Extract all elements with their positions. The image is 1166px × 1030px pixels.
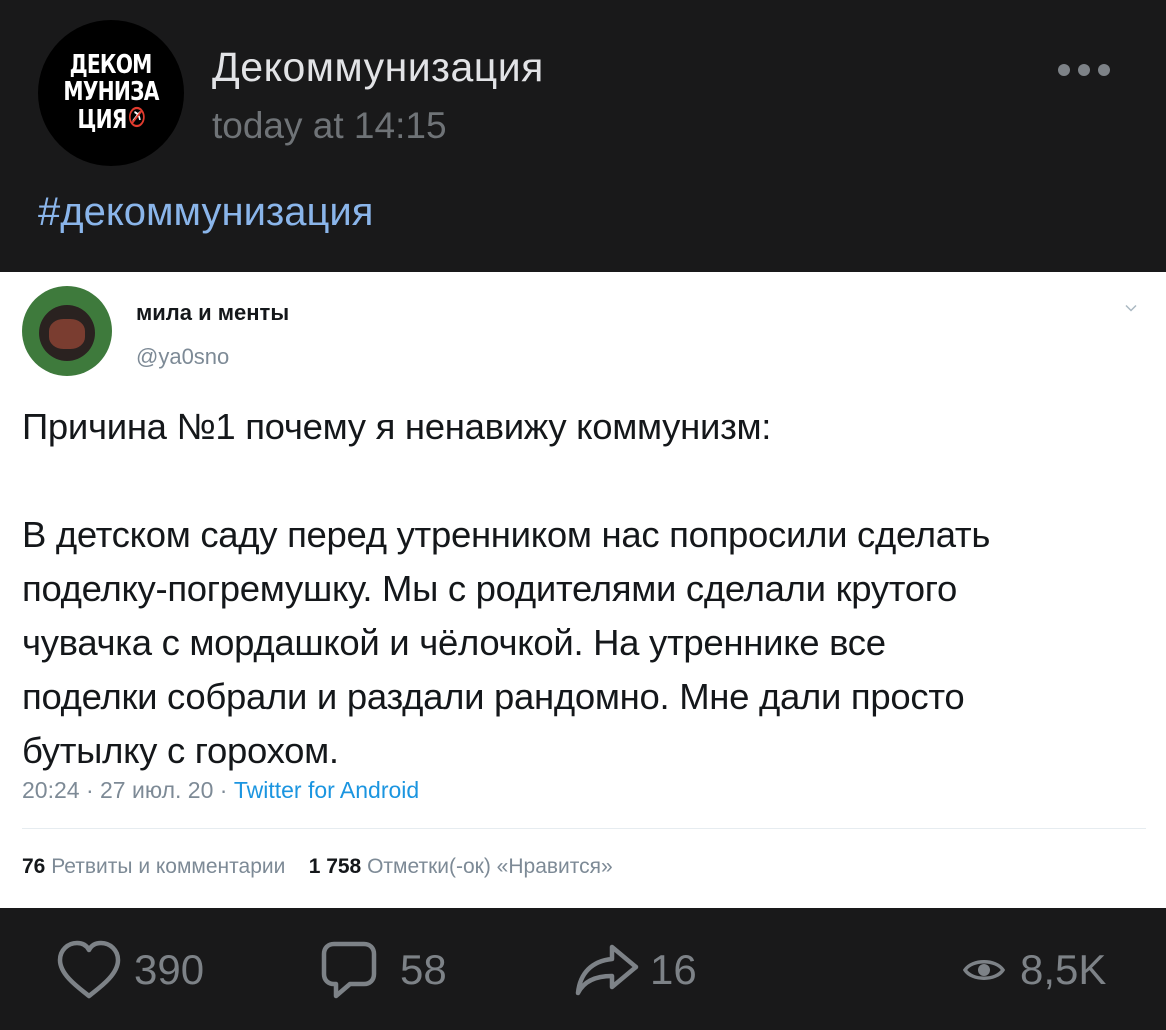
eye-icon xyxy=(962,960,1006,980)
share-arrow-icon xyxy=(575,944,639,996)
tweet-author-handle: @ya0sno xyxy=(136,344,230,369)
like-button[interactable]: 390 xyxy=(56,938,204,1002)
heart-icon xyxy=(57,940,121,999)
tweet-author-avatar xyxy=(22,286,112,376)
like-count: 390 xyxy=(134,946,205,993)
tweet-text-line xyxy=(22,454,1146,508)
tweet-date: 27 июл. 20 xyxy=(100,777,214,803)
group-name[interactable]: Декоммунизация xyxy=(212,44,544,91)
tweet-text-line: чувачка с мордашкой и чёлочкой. На утрен… xyxy=(22,622,886,663)
hammer-sickle-crossed-icon xyxy=(128,106,145,134)
group-avatar[interactable]: ДЕКОМ МУНИЗА ЦИЯ xyxy=(38,20,184,166)
comment-icon xyxy=(321,941,377,999)
separator: · xyxy=(85,777,101,803)
tweet-screenshot: мила и менты @ya0sno Причина №1 почему я… xyxy=(0,272,1166,908)
hashtag-link[interactable]: #декоммунизация xyxy=(38,190,373,235)
view-count: 8,5K xyxy=(1020,946,1107,993)
tweet-text-line: поделку-погремушку. Мы с родителями сдел… xyxy=(22,568,958,609)
retweets-count: 76 xyxy=(22,855,46,878)
share-button[interactable]: 16 xyxy=(574,938,697,1002)
tweet-time: 20:24 xyxy=(22,777,80,803)
tweet-source-link[interactable]: Twitter for Android xyxy=(234,777,419,803)
post-footer: 390 58 16 8,5K xyxy=(0,908,1166,1030)
tweet-meta: 20:24 · 27 июл. 20 · Twitter for Android xyxy=(22,777,419,804)
divider xyxy=(22,828,1146,829)
comment-count: 58 xyxy=(400,946,447,993)
chevron-down-icon xyxy=(1125,304,1137,312)
tweet-author-name: мила и менты xyxy=(136,300,290,325)
share-count: 16 xyxy=(650,946,697,993)
tweet-text-line: поделки собрали и раздали рандомно. Мне … xyxy=(22,676,965,717)
tweet-text-line: бутылку с горохом. xyxy=(22,730,339,771)
tweet-text-line: Причина №1 почему я ненавижу коммунизм: xyxy=(22,406,772,447)
tweet-text-line: В детском саду перед утренником нас попр… xyxy=(22,514,991,555)
comment-button[interactable]: 58 xyxy=(320,938,447,1002)
post-header: ДЕКОМ МУНИЗА ЦИЯ Декоммунизация today at… xyxy=(0,0,1166,272)
retweets-label: Ретвиты и комментарии xyxy=(51,855,286,878)
avatar-logo-text-3: ЦИЯ xyxy=(77,105,127,135)
separator: · xyxy=(219,777,234,803)
avatar-logo-line-3: ЦИЯ xyxy=(77,106,145,134)
more-options-icon[interactable] xyxy=(1058,58,1110,82)
views-counter: 8,5K xyxy=(962,938,1106,1002)
avatar-photo xyxy=(39,305,95,361)
likes-count: 1 758 xyxy=(308,855,362,878)
post-timestamp[interactable]: today at 14:15 xyxy=(212,105,447,147)
likes-label: Отметки(-ок) «Нравится» xyxy=(367,855,613,878)
avatar-logo-line-1: ДЕКОМ xyxy=(69,50,153,80)
tweet-stats: 76 Ретвиты и комментарии 1 758 Отметки(-… xyxy=(22,855,613,879)
avatar-logo-line-2: МУНИЗА xyxy=(63,77,159,107)
tweet-text: Причина №1 почему я ненавижу коммунизм: … xyxy=(22,400,1146,778)
